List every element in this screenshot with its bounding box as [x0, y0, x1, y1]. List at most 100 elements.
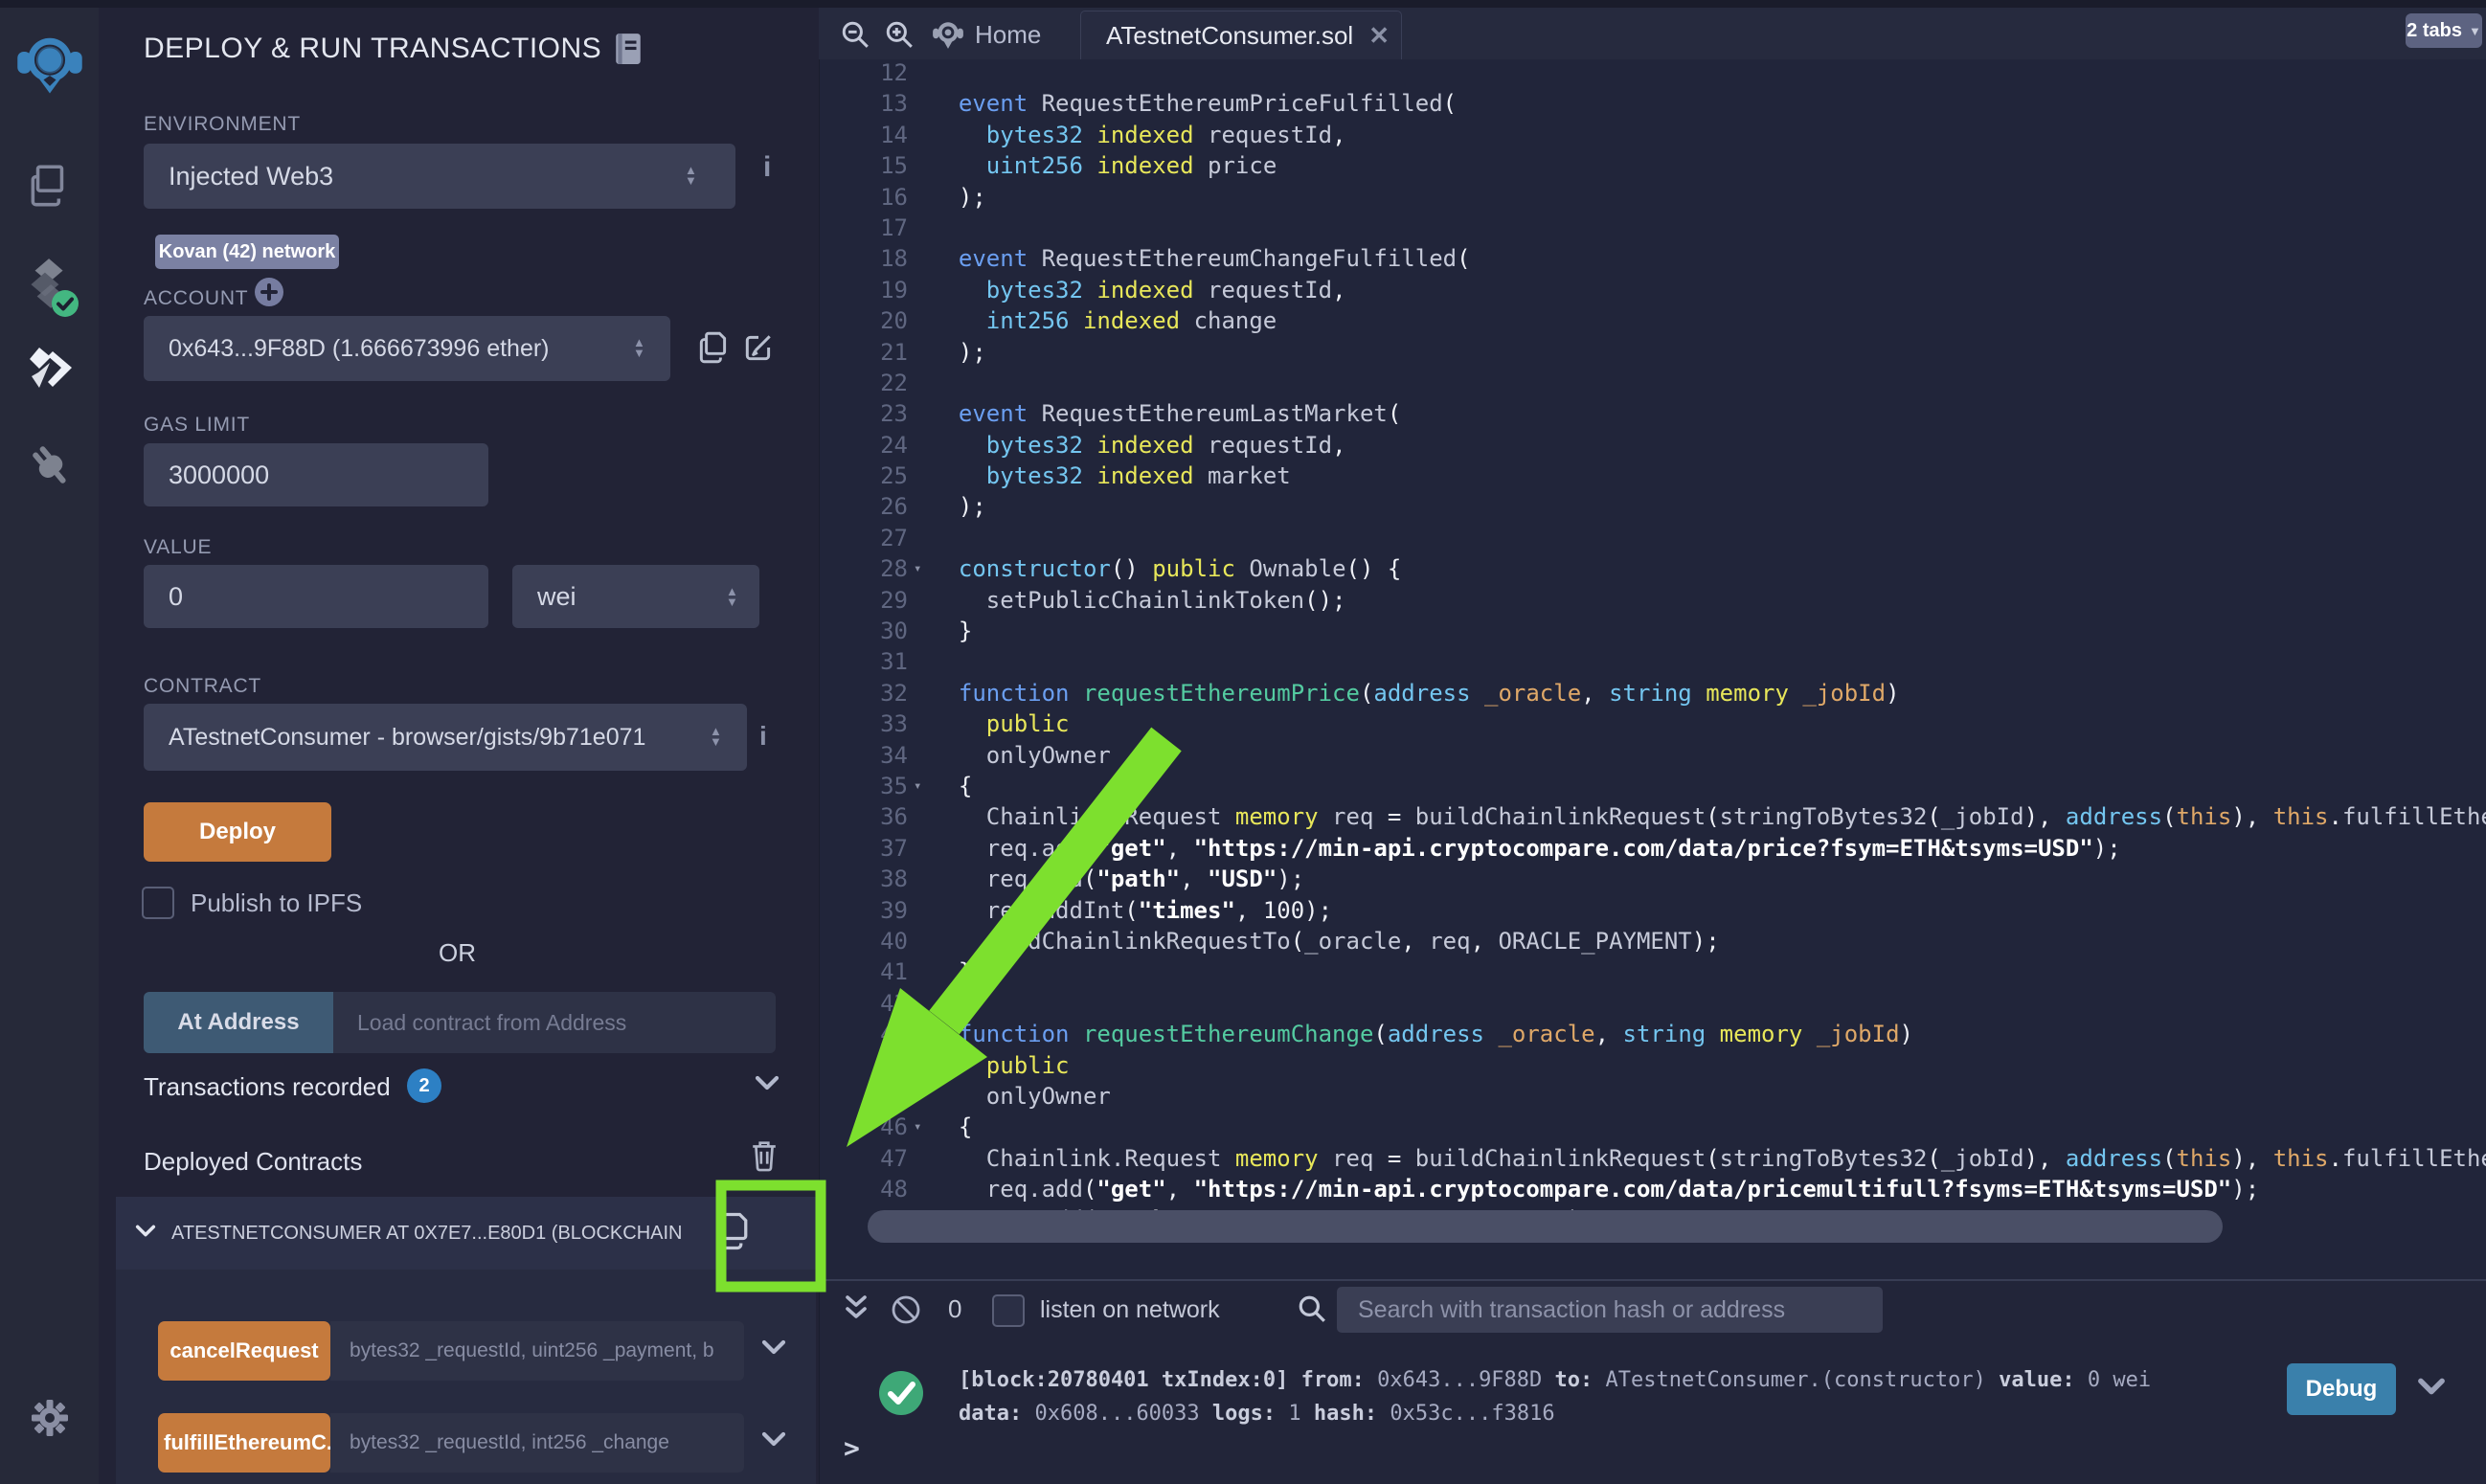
code-line[interactable]: 43 function requestEthereumChange(addres… [820, 1019, 2486, 1049]
line-number[interactable]: 48 [820, 1174, 908, 1204]
contract-select-arrows[interactable]: ▲▼ [710, 726, 722, 747]
close-tab-icon[interactable]: ✕ [1368, 21, 1390, 51]
code-line[interactable]: 30 } [820, 616, 2486, 646]
code-line[interactable]: 42 [820, 988, 2486, 1019]
contract-select[interactable]: ATestnetConsumer - browser/gists/9b71e07… [144, 704, 747, 771]
fulfillethereumchange-expand-icon[interactable] [761, 1430, 786, 1452]
copy-account-icon[interactable] [697, 329, 730, 371]
terminal-search-input[interactable]: Search with transaction hash or address [1337, 1287, 1883, 1333]
line-number[interactable]: 42 [820, 988, 908, 1019]
tab-home[interactable]: Home [975, 20, 1041, 50]
line-number[interactable]: 45 [820, 1081, 908, 1112]
deploy-run-icon[interactable] [0, 345, 99, 394]
line-number[interactable]: 17 [820, 213, 908, 243]
code-line[interactable]: 36 Chainlink.Request memory req = buildC… [820, 801, 2486, 832]
code-line[interactable]: 31 [820, 646, 2486, 677]
code-line[interactable]: 17 [820, 213, 2486, 243]
terminal-expand-icon[interactable] [844, 1293, 869, 1330]
code-line[interactable]: 15 uint256 indexed price [820, 150, 2486, 181]
line-number[interactable]: 29 [820, 585, 908, 616]
code-line[interactable]: 19 bytes32 indexed requestId, [820, 275, 2486, 305]
code-line[interactable]: 33 public [820, 708, 2486, 739]
code-line[interactable]: 37 req.add("get", "https://min-api.crypt… [820, 833, 2486, 864]
gas-limit-input[interactable]: 3000000 [144, 443, 488, 506]
code-line[interactable]: 22 [820, 368, 2486, 398]
line-number[interactable]: 16 [820, 182, 908, 213]
deploy-button[interactable]: Deploy [144, 802, 331, 862]
line-number[interactable]: 41 [820, 956, 908, 987]
code-line[interactable]: 39 req.addInt("times", 100); [820, 895, 2486, 926]
environment-select-arrows[interactable]: ▲▼ [685, 165, 697, 186]
line-number[interactable]: 15 [820, 150, 908, 181]
tab-atestnetconsumer[interactable]: ATestnetConsumer.sol ✕ [1080, 11, 1402, 60]
code-line[interactable]: 27 [820, 523, 2486, 553]
tx-log[interactable]: [block:20780401 txIndex:0] from: 0x643..… [959, 1363, 2151, 1430]
publish-ipfs-checkbox[interactable] [142, 887, 174, 919]
settings-gear-icon[interactable] [0, 1394, 99, 1442]
transactions-collapse-icon[interactable] [755, 1074, 780, 1096]
line-number[interactable]: 37 [820, 833, 908, 864]
fold-marker-icon[interactable]: ▾ [914, 1112, 921, 1142]
code-line[interactable]: 41 } [820, 956, 2486, 987]
sign-message-icon[interactable] [742, 331, 775, 369]
contract-info-icon[interactable]: i [759, 721, 767, 752]
plugin-manager-icon[interactable] [0, 438, 99, 492]
value-unit-arrows[interactable]: ▲▼ [726, 586, 738, 607]
line-number[interactable]: 19 [820, 275, 908, 305]
line-number[interactable]: 25 [820, 461, 908, 491]
code-editor[interactable]: 1213 event RequestEthereumPriceFulfilled… [819, 59, 2486, 1279]
code-line[interactable]: 44 public [820, 1050, 2486, 1081]
cancelrequest-expand-icon[interactable] [761, 1338, 786, 1360]
tx-expand-icon[interactable] [2417, 1377, 2446, 1401]
deployed-contract-header[interactable]: ATESTNETCONSUMER AT 0X7E7...E80D1 (BLOCK… [116, 1197, 816, 1270]
listen-network-checkbox[interactable] [992, 1294, 1025, 1327]
environment-select[interactable]: Injected Web3 [144, 144, 735, 209]
line-number[interactable]: 20 [820, 305, 908, 336]
line-number[interactable]: 22 [820, 368, 908, 398]
terminal-prompt[interactable]: > [844, 1432, 860, 1464]
solidity-compiler-icon[interactable] [0, 255, 99, 318]
remix-logo-icon[interactable] [0, 29, 99, 100]
cancelrequest-button[interactable]: cancelRequest [158, 1321, 330, 1381]
line-number[interactable]: 14 [820, 120, 908, 150]
line-number[interactable]: 13 [820, 88, 908, 119]
line-number[interactable]: 39 [820, 895, 908, 926]
add-account-icon[interactable] [254, 277, 284, 312]
code-line[interactable]: 34 onlyOwner [820, 740, 2486, 771]
file-explorer-icon[interactable] [0, 161, 99, 213]
code-line[interactable]: 13 event RequestEthereumPriceFulfilled( [820, 88, 2486, 119]
line-number[interactable]: 30 [820, 616, 908, 646]
at-address-button[interactable]: At Address [144, 992, 333, 1053]
line-number[interactable]: 34 [820, 740, 908, 771]
code-lines[interactable]: 1213 event RequestEthereumPriceFulfilled… [820, 59, 2486, 1236]
value-input[interactable]: 0 [144, 565, 488, 628]
line-number[interactable]: 28▾ [820, 553, 908, 584]
debug-button[interactable]: Debug [2287, 1363, 2396, 1415]
code-line[interactable]: 18 event RequestEthereumChangeFulfilled( [820, 243, 2486, 274]
code-line[interactable]: 20 int256 indexed change [820, 305, 2486, 336]
code-line[interactable]: 46▾ { [820, 1112, 2486, 1142]
code-line[interactable]: 32 function requestEthereumPrice(address… [820, 678, 2486, 708]
code-line[interactable]: 35▾ { [820, 771, 2486, 801]
code-line[interactable]: 24 bytes32 indexed requestId, [820, 430, 2486, 461]
line-number[interactable]: 32 [820, 678, 908, 708]
code-line[interactable]: 12 [820, 59, 2486, 88]
code-line[interactable]: 16 ); [820, 182, 2486, 213]
fulfillethereumchange-button[interactable]: fulfillEthereumC... [158, 1413, 330, 1473]
contract-expand-icon[interactable] [135, 1224, 156, 1243]
line-number[interactable]: 12 [820, 59, 908, 88]
value-unit-select[interactable]: wei [512, 565, 759, 628]
tabs-count-dropdown[interactable]: 2 tabs ▼ [2406, 13, 2482, 48]
line-number[interactable]: 33 [820, 708, 908, 739]
line-number[interactable]: 26 [820, 491, 908, 522]
line-number[interactable]: 31 [820, 646, 908, 677]
code-line[interactable]: 23 event RequestEthereumLastMarket( [820, 398, 2486, 429]
at-address-input[interactable]: Load contract from Address [333, 992, 776, 1053]
account-select-arrows[interactable]: ▲▼ [633, 337, 645, 358]
code-line[interactable]: 28▾ constructor() public Ownable() { [820, 553, 2486, 584]
horizontal-scrollbar[interactable] [868, 1210, 2223, 1243]
environment-info-icon[interactable]: i [763, 151, 771, 184]
line-number[interactable]: 38 [820, 864, 908, 894]
code-line[interactable]: 40 sendChainlinkRequestTo(_oracle, req, … [820, 926, 2486, 956]
account-select[interactable]: 0x643...9F88D (1.666673996 ether) [144, 316, 670, 381]
